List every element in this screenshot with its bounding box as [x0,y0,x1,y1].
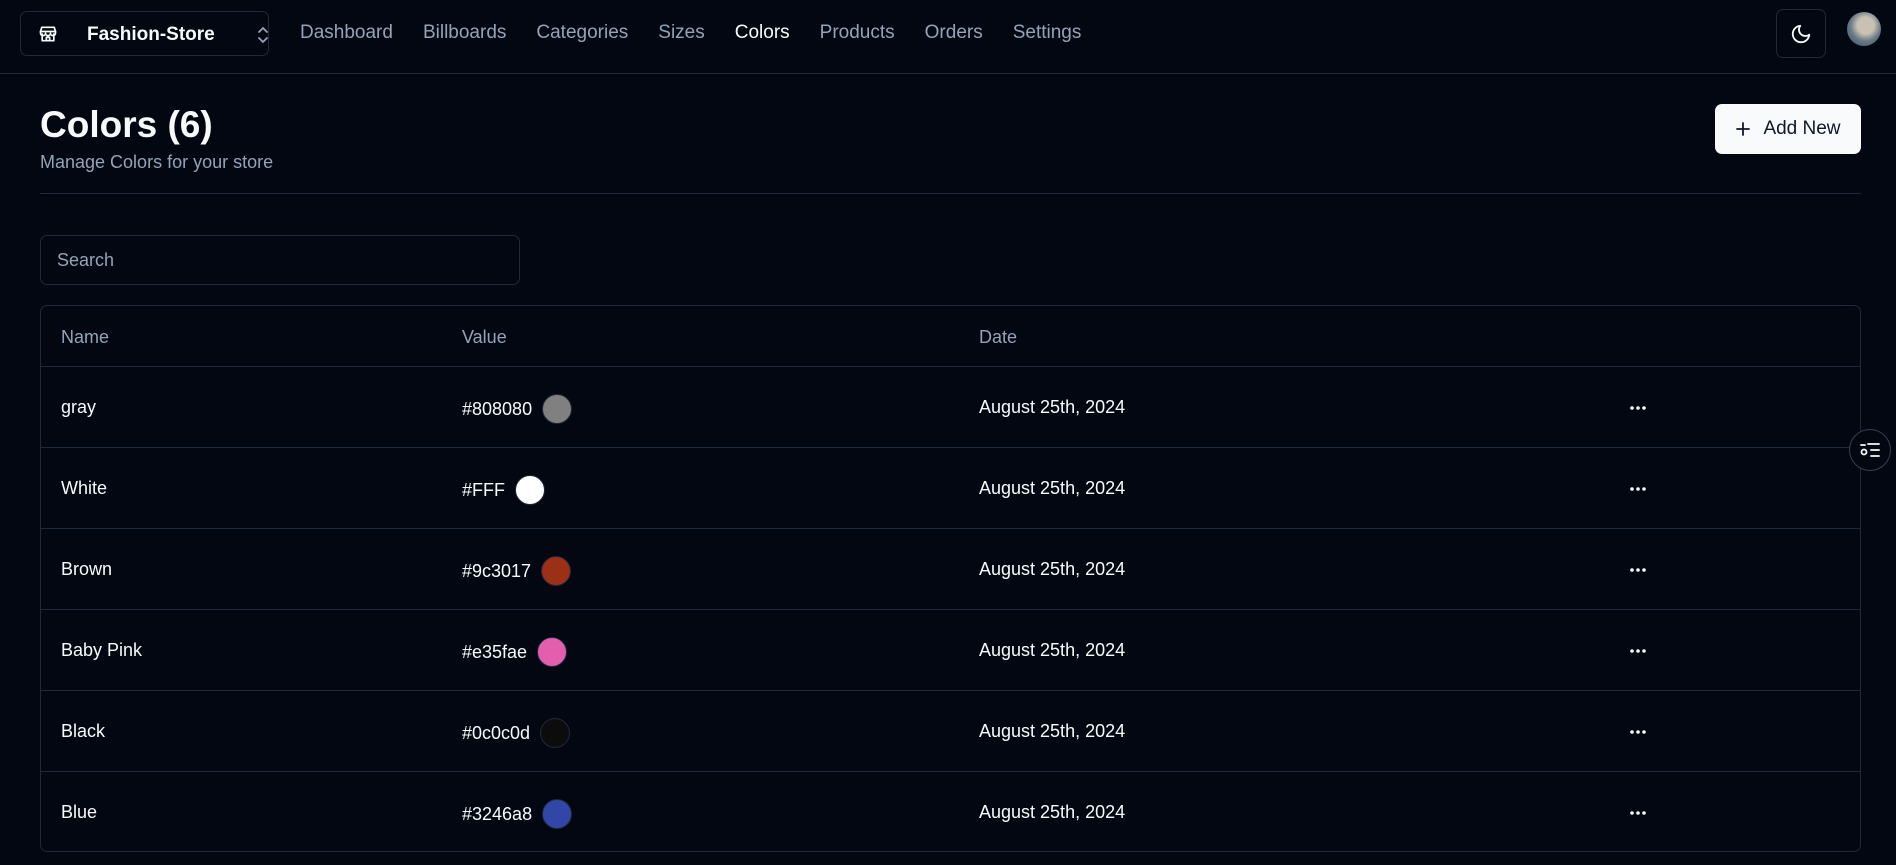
top-navbar: Fashion-Store Dashboard Billboards Categ… [0,0,1896,74]
color-swatch [540,718,571,748]
color-name: gray [61,397,97,417]
color-value: #808080 [462,394,573,424]
nav-sizes[interactable]: Sizes [658,22,704,44]
table-row: White #FFF August 25th, 2024 [41,448,1860,529]
table-row: Brown #9c3017 August 25th, 2024 [41,529,1860,610]
page-title: Colors (6) [40,104,213,145]
color-swatch [537,637,568,667]
floating-settings-button[interactable] [1849,429,1891,471]
add-new-label: Add New [1763,118,1841,139]
table-header: Name Value Date [41,306,1860,367]
header-date: Date [979,327,1018,347]
color-name: Brown [61,559,113,579]
color-name: Baby Pink [61,640,143,660]
color-date: August 25th, 2024 [979,559,1126,579]
color-value-text: #3246a8 [462,803,533,824]
chevrons-up-down-icon [258,27,268,43]
page-subtitle: Manage Colors for your store [40,152,274,172]
theme-toggle-button[interactable] [1776,9,1826,58]
color-date: August 25th, 2024 [979,397,1126,417]
nav-dashboard[interactable]: Dashboard [300,22,393,44]
more-horizontal-icon [1630,649,1646,653]
color-date: August 25th, 2024 [979,640,1126,660]
row-actions-button[interactable] [1621,800,1655,826]
add-new-button[interactable]: Add New [1715,104,1861,154]
more-horizontal-icon [1630,811,1646,815]
table-row: Baby Pink #e35fae August 25th, 2024 [41,610,1860,691]
nav-products[interactable]: Products [820,22,895,44]
moon-icon [1791,24,1811,43]
row-actions-button[interactable] [1621,395,1655,421]
color-value: #FFF [462,475,545,505]
more-horizontal-icon [1630,568,1646,572]
user-avatar[interactable] [1847,12,1881,46]
header-value: Value [462,327,507,347]
color-value: #9c3017 [462,556,572,586]
more-horizontal-icon [1630,487,1646,491]
color-value-text: #0c0c0d [462,722,531,743]
color-value: #0c0c0d [462,718,571,748]
row-actions-button[interactable] [1621,476,1655,502]
store-icon [39,26,57,42]
settings-list-icon [1860,443,1880,457]
color-name: White [61,478,108,498]
plus-icon [1736,122,1751,136]
row-actions-button[interactable] [1621,719,1655,745]
color-value-text: #e35fae [462,641,528,662]
color-value-text: #FFF [462,479,505,500]
color-value: #e35fae [462,637,568,667]
divider [40,193,1861,194]
main-nav: Dashboard Billboards Categories Sizes Co… [300,22,1111,44]
color-swatch [542,394,573,424]
nav-colors[interactable]: Colors [735,22,790,44]
row-actions-button[interactable] [1621,557,1655,583]
header-name: Name [61,327,110,347]
more-horizontal-icon [1630,406,1646,410]
colors-table: Name Value Date gray #808080 August 25th, … [40,305,1861,852]
color-value-text: #808080 [462,398,533,419]
color-date: August 25th, 2024 [979,721,1126,741]
table-row: Blue #3246a8 August 25th, 2024 [41,772,1860,851]
more-horizontal-icon [1630,730,1646,734]
color-name: Black [61,721,106,741]
store-switcher[interactable]: Fashion-Store [20,11,269,56]
nav-settings[interactable]: Settings [1013,22,1082,44]
row-actions-button[interactable] [1621,638,1655,664]
color-swatch [515,475,545,505]
color-value: #3246a8 [462,799,573,829]
table-row: Black #0c0c0d August 25th, 2024 [41,691,1860,772]
nav-orders[interactable]: Orders [925,22,983,44]
search-input[interactable] [40,235,520,285]
color-date: August 25th, 2024 [979,478,1126,498]
nav-billboards[interactable]: Billboards [423,22,506,44]
nav-categories[interactable]: Categories [536,22,628,44]
color-name: Blue [61,802,98,822]
color-swatch [542,799,573,829]
color-value-text: #9c3017 [462,560,532,581]
color-date: August 25th, 2024 [979,802,1126,822]
store-name: Fashion-Store [87,24,215,45]
color-swatch [541,556,572,586]
table-row: gray #808080 August 25th, 2024 [41,367,1860,448]
